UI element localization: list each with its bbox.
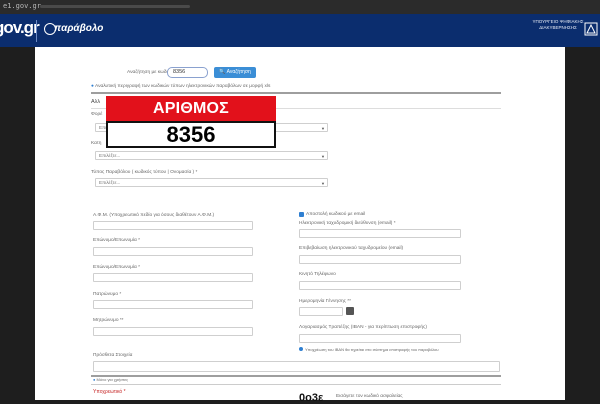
fee-number-overlay: ΑΡΙΘΜΟΣ ΠΑΡΑΒΟΛΟΥ 8356 bbox=[106, 96, 276, 152]
extra-info-label: Πρόσθετα Στοιχεία bbox=[93, 353, 133, 358]
lastname-input[interactable] bbox=[93, 273, 253, 282]
info-icon: ● bbox=[93, 377, 96, 382]
field-label-2: Κατη bbox=[91, 141, 102, 146]
ministry-emblem-icon bbox=[584, 22, 598, 36]
field-label-1: Φορέ bbox=[91, 112, 103, 117]
captcha-label: Εισάγετε τον κωδικό ασφαλείας bbox=[336, 394, 403, 399]
iban-input[interactable] bbox=[299, 334, 461, 343]
right-gutter bbox=[565, 47, 600, 400]
bottom-divider-thin bbox=[91, 384, 501, 385]
search-button-label: Αναζήτηση bbox=[226, 69, 251, 75]
url-text[interactable]: e1.gov.gr bbox=[3, 2, 41, 10]
email-checkbox-label: Αποστολή κωδικού με email bbox=[306, 212, 366, 217]
overlay-number: 8356 bbox=[106, 121, 276, 148]
search-icon: 🔍 bbox=[219, 69, 226, 75]
birth-date-label: Ημερομηνία Γέννησης ** bbox=[299, 299, 352, 304]
info-icon bbox=[299, 347, 303, 351]
search-button[interactable]: 🔍 Αναζήτηση bbox=[214, 67, 256, 78]
mother-name-input[interactable] bbox=[93, 327, 253, 336]
ministry-name: ΥΠΟΥΡΓΕΙΟ ΨΗΦΙΑΚΗΣ ΔΙΑΚΥΒΕΡΝΗΣΗΣ bbox=[532, 19, 584, 30]
fee-type-select-value: Επιλέξτε... bbox=[99, 180, 121, 185]
left-gutter bbox=[0, 47, 35, 400]
gov-logo[interactable]: gov.gr bbox=[0, 18, 40, 42]
header-separator bbox=[36, 20, 37, 42]
info-icon: ● bbox=[91, 84, 94, 89]
info-note[interactable]: ● Αναλυτική περιγραφή των κωδικών τύπων … bbox=[91, 84, 270, 89]
extra-info-input[interactable] bbox=[93, 361, 500, 372]
iban-note: Υποχρέωση του IBAN θα τηρείται στο σύστη… bbox=[305, 347, 439, 352]
email-label: Ηλεκτρονική ταχυδρομική διεύθυνση (email… bbox=[299, 221, 396, 226]
surname-label: Επώνυμο/Επωνυμία * bbox=[93, 238, 140, 243]
required-label: Υποχρεωτικό * bbox=[93, 389, 126, 395]
captcha-image: 0o3ε bbox=[299, 392, 324, 404]
small-note: ● Μόνο για χρήστες bbox=[93, 377, 129, 382]
overlay-title: ΑΡΙΘΜΟΣ ΠΑΡΑΒΟΛΟΥ bbox=[106, 96, 276, 142]
url-path bbox=[40, 5, 190, 8]
paravolo-logo-text: παράβολο bbox=[54, 23, 104, 34]
category-select[interactable]: Επιλέξτε... ▼ bbox=[95, 151, 328, 160]
email-confirm-input[interactable] bbox=[299, 255, 461, 264]
surname-input[interactable] bbox=[93, 247, 253, 256]
afm-label: Α.Φ.Μ. (Υποχρεωτικό πεδίο για όσους διαθ… bbox=[93, 213, 215, 218]
afm-input[interactable] bbox=[93, 221, 253, 230]
email-checkbox[interactable] bbox=[299, 212, 304, 217]
birth-date-input[interactable] bbox=[299, 307, 343, 316]
section-divider bbox=[91, 92, 501, 94]
chevron-down-icon: ▼ bbox=[321, 181, 325, 186]
lastname-label: Επώνυμο/Επωνυμία * bbox=[93, 265, 140, 270]
paravolo-logo[interactable]: παράβολο bbox=[44, 22, 104, 38]
section-title: Αλλ bbox=[91, 99, 101, 105]
category-select-value: Επιλέξτε... bbox=[99, 153, 121, 158]
calendar-icon[interactable] bbox=[346, 307, 354, 315]
phone-input[interactable] bbox=[299, 281, 461, 290]
email-confirm-label: Επιβεβαίωση ηλεκτρονικού ταχυδρομείου (e… bbox=[299, 246, 404, 251]
mother-name-label: Μητρώνυμο ** bbox=[93, 318, 124, 323]
search-code-input[interactable]: 8356 bbox=[167, 67, 208, 78]
bottom-divider bbox=[91, 375, 501, 377]
email-input[interactable] bbox=[299, 229, 461, 238]
browser-address-bar[interactable]: e1.gov.gr bbox=[0, 0, 600, 15]
chevron-down-icon: ▼ bbox=[321, 154, 325, 159]
father-name-label: Πατρώνυμο * bbox=[93, 292, 122, 297]
iban-label: Λογαριασμός Τραπέζης (IBAN - για περίπτω… bbox=[299, 325, 427, 330]
chevron-down-icon: ▼ bbox=[321, 126, 325, 131]
fee-type-label: Τύπος Παραβόλου ( κωδικός τύπου | Ονομασ… bbox=[91, 170, 198, 175]
phone-label: Κινητό Τηλέφωνο bbox=[299, 272, 336, 277]
father-name-input[interactable] bbox=[93, 300, 253, 309]
fee-type-select[interactable]: Επιλέξτε... ▼ bbox=[95, 178, 328, 187]
